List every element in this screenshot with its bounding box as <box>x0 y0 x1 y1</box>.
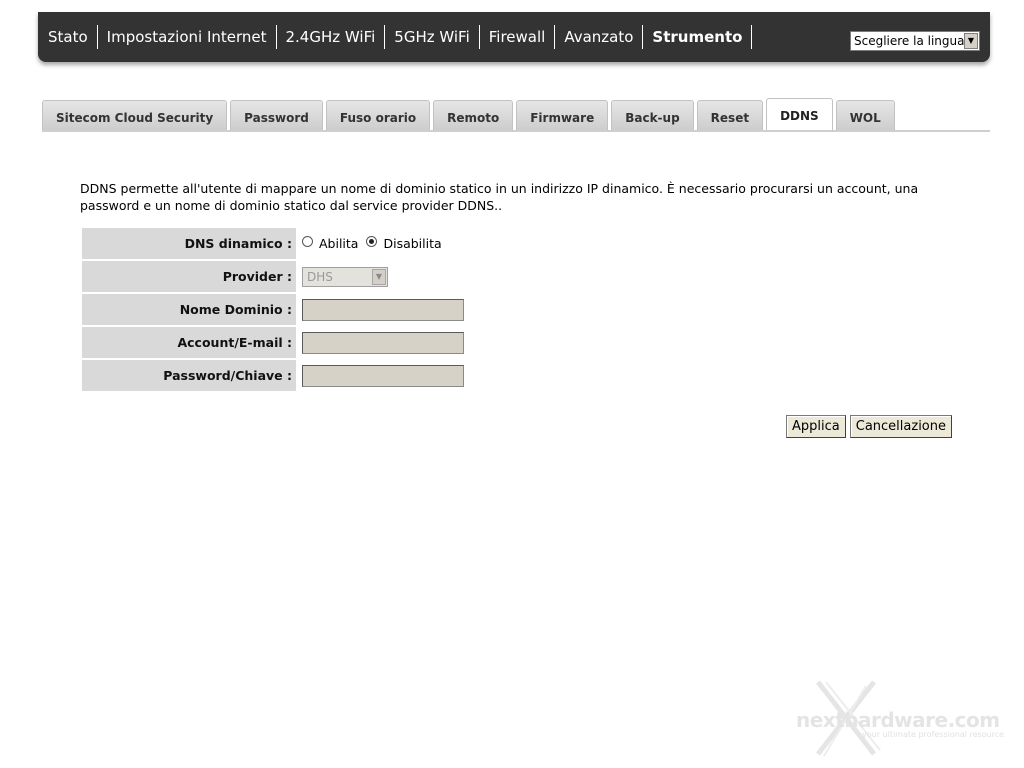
password-input[interactable] <box>302 364 464 387</box>
ddns-description: DDNS permette all'utente di mappare un n… <box>80 181 919 213</box>
provider-select[interactable]: DHS ▼ <box>302 266 388 287</box>
form-row-provider: Provider : DHS ▼ <box>82 261 464 292</box>
dns-dynamic-options: Abilita Disabilita <box>296 236 450 251</box>
radio-disabilita-label: Disabilita <box>383 236 442 251</box>
radio-disabilita[interactable] <box>366 236 378 247</box>
nav-item-wifi-2-4ghz[interactable]: 2.4GHz WiFi <box>277 25 386 49</box>
domain-name-input[interactable] <box>302 298 464 321</box>
form-actions: Applica Cancellazione <box>782 415 952 438</box>
nav-item-stato[interactable]: Stato <box>38 25 98 49</box>
dns-dynamic-label: DNS dinamico : <box>82 228 296 259</box>
tab-reset[interactable]: Reset <box>696 100 764 130</box>
nav-item-impostazioni-internet[interactable]: Impostazioni Internet <box>98 25 277 49</box>
ddns-form: DNS dinamico : Abilita Disabilita Provid… <box>82 228 464 393</box>
nav-item-avanzato[interactable]: Avanzato <box>555 25 644 49</box>
domain-name-label: Nome Dominio : <box>82 294 296 325</box>
form-row-account: Account/E-mail : <box>82 327 464 358</box>
form-row-password: Password/Chiave : <box>82 360 464 391</box>
nav-item-firewall[interactable]: Firewall <box>480 25 556 49</box>
watermark-tagline: your ultimate professional resource <box>862 730 1005 739</box>
radio-abilita-label: Abilita <box>319 236 359 251</box>
tab-sitecom-cloud-security[interactable]: Sitecom Cloud Security <box>42 100 228 130</box>
provider-select-value: DHS <box>307 269 333 284</box>
language-select[interactable]: Scegliere la lingua ▼ <box>850 31 980 51</box>
cancel-button[interactable]: Cancellazione <box>849 415 952 438</box>
tab-remoto[interactable]: Remoto <box>433 100 514 130</box>
account-cell <box>296 331 464 354</box>
password-label: Password/Chiave : <box>82 360 296 391</box>
router-admin-page: Stato Impostazioni Internet 2.4GHz WiFi … <box>0 0 1024 768</box>
top-navigation-bar: Stato Impostazioni Internet 2.4GHz WiFi … <box>38 12 990 62</box>
account-input[interactable] <box>302 331 464 354</box>
password-cell <box>296 364 464 387</box>
tab-back-up[interactable]: Back-up <box>611 100 694 130</box>
form-row-domain-name: Nome Dominio : <box>82 294 464 325</box>
radio-abilita[interactable] <box>302 236 313 247</box>
language-select-value: Scegliere la lingua <box>854 34 965 48</box>
chevron-down-icon: ▼ <box>964 33 978 49</box>
nav-item-strumento[interactable]: Strumento <box>643 25 753 49</box>
main-menu: Stato Impostazioni Internet 2.4GHz WiFi … <box>38 12 753 62</box>
domain-name-cell <box>296 298 464 321</box>
nav-item-wifi-5ghz[interactable]: 5GHz WiFi <box>385 25 480 49</box>
tab-firmware[interactable]: Firmware <box>516 100 609 130</box>
tab-ddns[interactable]: DDNS <box>766 98 833 130</box>
tab-password[interactable]: Password <box>230 100 323 130</box>
provider-value-cell: DHS ▼ <box>296 266 388 287</box>
tool-tabs: Sitecom Cloud Security Password Fuso ora… <box>42 98 990 132</box>
provider-label: Provider : <box>82 261 296 292</box>
tab-fuso-orario[interactable]: Fuso orario <box>325 100 431 130</box>
watermark-text: nexthardware.com <box>796 708 1000 732</box>
account-label: Account/E-mail : <box>82 327 296 358</box>
form-row-dns-dynamic: DNS dinamico : Abilita Disabilita <box>82 228 464 259</box>
chevron-down-icon: ▼ <box>372 268 386 285</box>
apply-button[interactable]: Applica <box>786 415 846 438</box>
watermark-logo: nexthardware.com your ultimate professio… <box>796 676 1006 760</box>
tab-wol[interactable]: WOL <box>835 100 895 130</box>
